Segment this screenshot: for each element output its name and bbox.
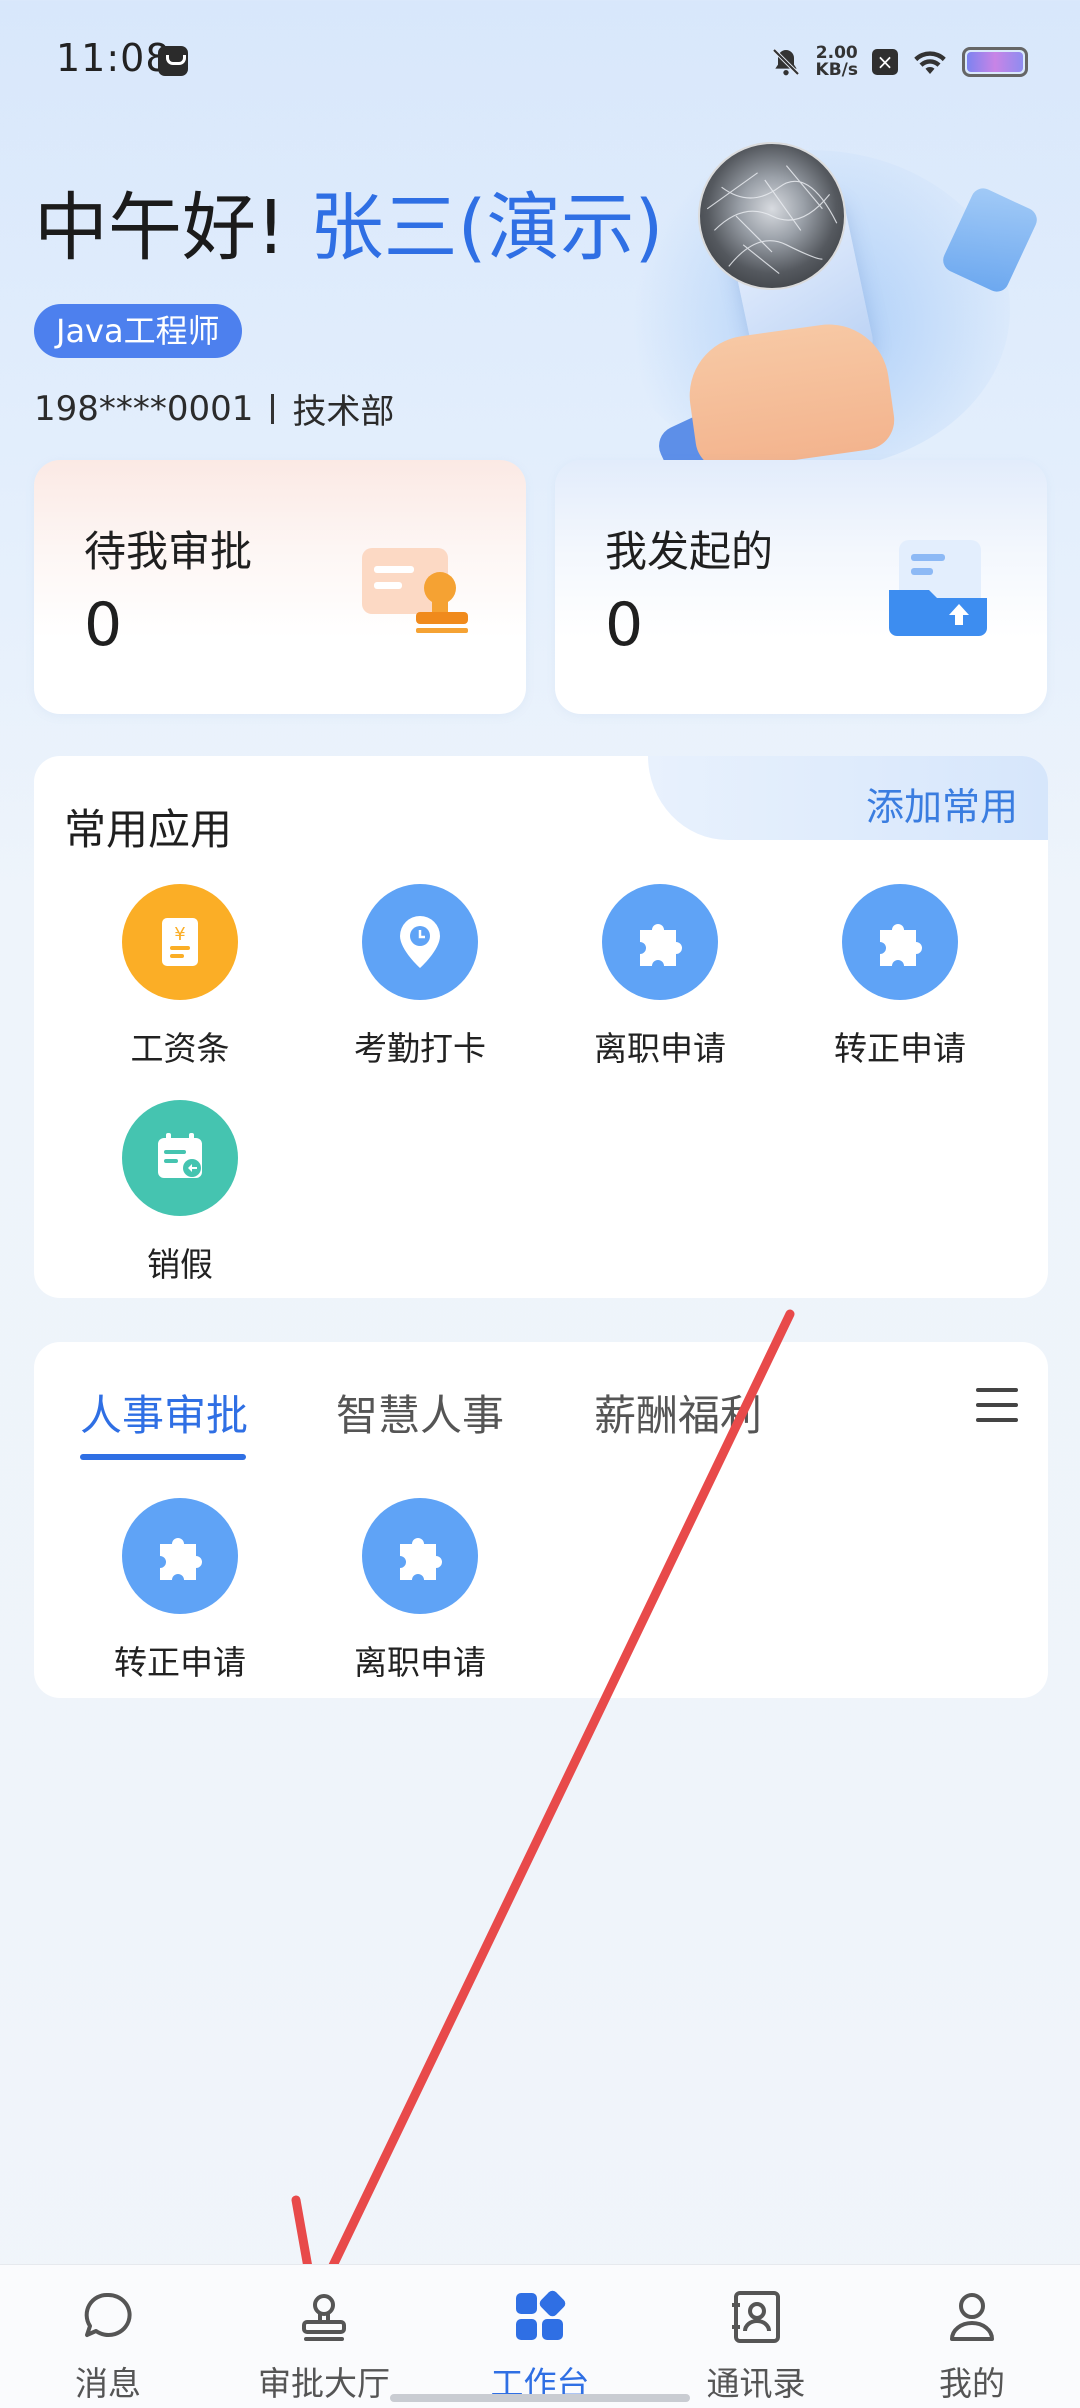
upload-folder-icon xyxy=(889,540,987,636)
nav-contacts[interactable]: 通讯录 xyxy=(648,2265,864,2408)
net-speed-unit: KB/s xyxy=(815,60,858,80)
close-box-icon: × xyxy=(872,49,898,75)
user-info-line: 198****0001 技术部 xyxy=(34,384,394,433)
puzzle-icon xyxy=(842,884,958,1000)
nav-me[interactable]: 我的 xyxy=(864,2265,1080,2408)
app-regularization[interactable]: 转正申请 xyxy=(780,884,1020,1070)
nav-label: 我的 xyxy=(939,2364,1005,2403)
net-speed: 2.00 KB/s xyxy=(816,45,858,79)
active-tab-indicator xyxy=(80,1454,246,1460)
pending-approval-count: 0 xyxy=(84,590,123,660)
role-badge: Java工程师 xyxy=(34,304,242,358)
contacts-icon xyxy=(732,2291,780,2343)
mute-icon xyxy=(772,48,799,76)
notification-icon xyxy=(158,46,188,76)
greeting-text: 中午好! xyxy=(34,185,286,271)
tab-smart-hr[interactable]: 智慧人事 xyxy=(336,1382,504,1443)
pending-approval-label: 待我审批 xyxy=(84,527,253,576)
avatar-image xyxy=(706,165,838,275)
person-icon xyxy=(950,2293,994,2341)
puzzle-icon xyxy=(362,1498,478,1614)
app-label: 考勤打卡 xyxy=(354,1029,486,1068)
app-payslip[interactable]: ¥ 工资条 xyxy=(60,884,300,1070)
menu-icon[interactable] xyxy=(976,1388,1018,1422)
common-apps-title: 常用应用 xyxy=(64,805,233,854)
nav-approval-hall[interactable]: 审批大厅 xyxy=(216,2265,432,2408)
status-right-group: 2.00 KB/s × xyxy=(770,40,1028,84)
app-label: 转正申请 xyxy=(834,1029,966,1068)
common-apps-card: 常用应用 添加常用 ¥ 工资条 考勤打卡 离职申请 转正申请 销假 xyxy=(34,756,1048,1298)
app-resignation[interactable]: 离职申请 xyxy=(540,884,780,1070)
nav-label: 消息 xyxy=(75,2364,141,2403)
calendar-return-icon xyxy=(122,1100,238,1216)
grid-apps-icon xyxy=(516,2290,566,2340)
location-clock-icon xyxy=(362,884,478,1000)
greeting-heading: 中午好! 张三(演示) xyxy=(34,168,663,275)
hr-app-resignation[interactable]: 离职申请 xyxy=(300,1498,540,1684)
user-name: 张三(演示) xyxy=(309,185,664,271)
hr-section-card: 人事审批 智慧人事 薪酬福利 转正申请 离职申请 xyxy=(34,1342,1048,1698)
tab-hr-approval[interactable]: 人事审批 xyxy=(80,1382,248,1443)
pending-approval-card[interactable]: 待我审批 0 xyxy=(34,460,526,714)
avatar[interactable] xyxy=(698,142,846,290)
puzzle-icon xyxy=(602,884,718,1000)
my-initiated-count: 0 xyxy=(605,590,644,660)
svg-text:¥: ¥ xyxy=(174,924,185,945)
app-label: 离职申请 xyxy=(354,1643,486,1682)
add-common-button[interactable]: 添加常用 xyxy=(866,776,1018,831)
app-label: 销假 xyxy=(147,1245,213,1284)
hr-app-regularization[interactable]: 转正申请 xyxy=(60,1498,300,1684)
puzzle-icon xyxy=(122,1498,238,1614)
tab-compensation[interactable]: 薪酬福利 xyxy=(594,1382,762,1443)
stamp-icon xyxy=(302,2294,346,2341)
my-initiated-card[interactable]: 我发起的 0 xyxy=(555,460,1047,714)
app-label: 转正申请 xyxy=(114,1643,246,1682)
wifi-icon xyxy=(914,51,946,74)
battery-icon xyxy=(962,47,1028,77)
app-label: 离职申请 xyxy=(594,1029,726,1068)
app-leave-cancel[interactable]: 销假 xyxy=(60,1100,300,1286)
payslip-icon: ¥ xyxy=(122,884,238,1000)
status-time: 11:08 xyxy=(56,36,171,80)
approval-stamp-icon xyxy=(362,548,468,633)
bottom-nav: 消息 审批大厅 工作台 通讯录 我的 xyxy=(0,2264,1080,2408)
chat-bubble-icon xyxy=(84,2292,132,2337)
my-initiated-label: 我发起的 xyxy=(605,527,774,576)
department: 技术部 xyxy=(292,392,395,432)
nav-messages[interactable]: 消息 xyxy=(0,2265,216,2408)
app-attendance[interactable]: 考勤打卡 xyxy=(300,884,540,1070)
status-bar: 11:08 2.00 KB/s × xyxy=(0,0,1080,120)
info-divider xyxy=(271,393,275,424)
nav-workbench[interactable]: 工作台 xyxy=(432,2265,648,2408)
app-label: 工资条 xyxy=(130,1029,230,1068)
phone-number: 198****0001 xyxy=(34,388,254,429)
home-indicator[interactable] xyxy=(390,2394,690,2402)
